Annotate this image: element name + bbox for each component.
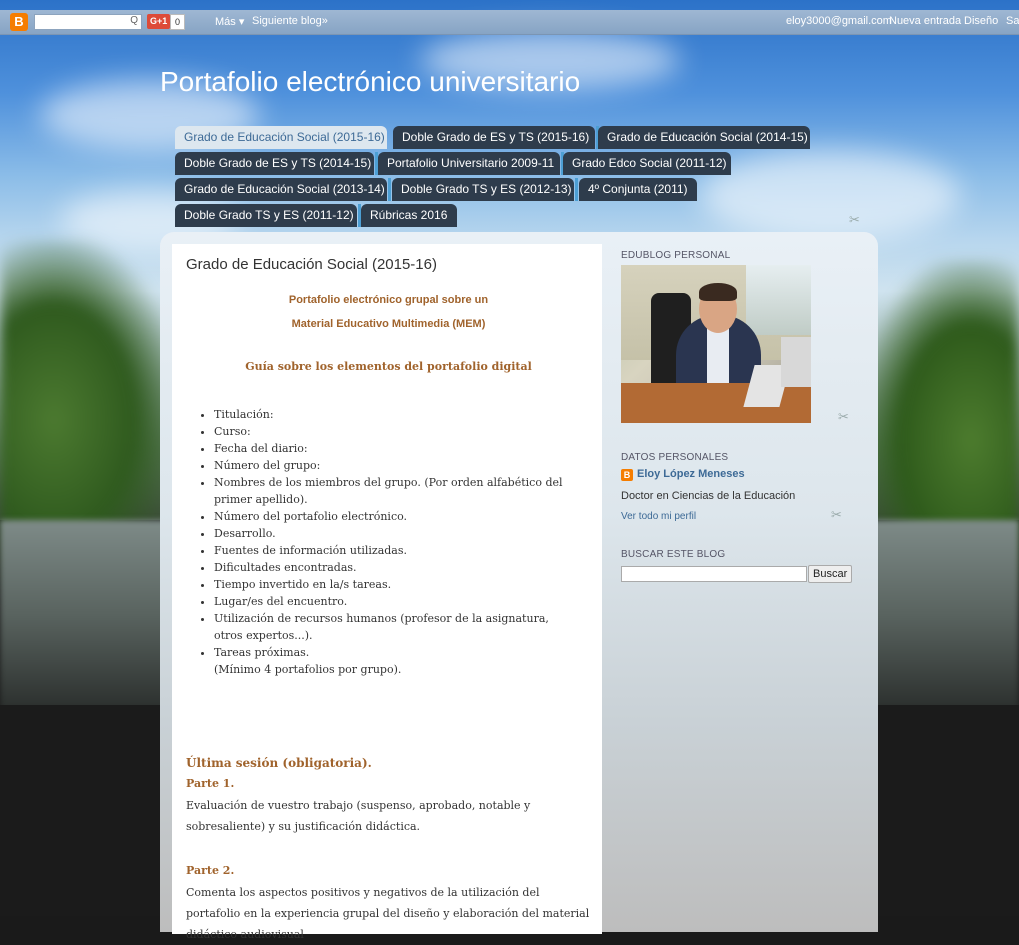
edublog-heading: EDUBLOG PERSONAL [621, 250, 731, 261]
post-heading-line-2: Material Educativo Multimedia (MEM) [291, 318, 486, 330]
search-blog-heading: BUSCAR ESTE BLOG [621, 549, 726, 560]
profile-photo[interactable] [621, 265, 811, 423]
tab-separator [388, 178, 391, 201]
user-email[interactable]: eloy3000@gmail.com [786, 15, 892, 27]
list-item: Fuentes de información utilizadas. [214, 542, 564, 559]
tab-doble-grado-2015-16[interactable]: Doble Grado de ES y TS (2015-16) [393, 126, 595, 149]
part-2-text: Comenta los aspectos positivos y negativ… [186, 886, 590, 941]
signout-link[interactable]: Sa [1006, 15, 1019, 27]
cloud [700, 150, 960, 240]
blog-title[interactable]: Portafolio electrónico universitario [160, 66, 580, 98]
view-profile-link[interactable]: Ver todo mi perfil [621, 511, 696, 522]
minimum-note: (Mínimo 4 portafolios por grupo). [214, 663, 402, 676]
list-item: Fecha del diario: [214, 440, 564, 457]
list-item: Titulación: [214, 406, 564, 423]
list-item: Desarrollo. [214, 525, 564, 542]
search-icon[interactable]: Q [130, 15, 138, 26]
part-2-heading: Parte 2. [186, 864, 235, 877]
tab-doble-grado-2011-12[interactable]: Doble Grado TS y ES (2011-12) [175, 204, 357, 227]
new-post-link[interactable]: Nueva entrada [889, 15, 961, 27]
design-link[interactable]: Diseño [964, 15, 998, 27]
list-item: Número del portafolio electrónico. [214, 508, 564, 525]
list-item: Tareas próximas. (Mínimo 4 portafolios p… [214, 644, 564, 678]
tab-conjunta-2011[interactable]: 4º Conjunta (2011) [579, 178, 697, 201]
gplus-button[interactable]: G+1 [147, 14, 171, 29]
photo-hair [699, 283, 737, 301]
next-blog-link[interactable]: Siguiente blog» [252, 15, 328, 27]
tab-doble-grado-2014-15[interactable]: Doble Grado de ES y TS (2014-15) [175, 152, 374, 175]
tab-educacion-social-2013-14[interactable]: Grado de Educación Social (2013-14) [175, 178, 387, 201]
part-1-heading: Parte 1. [186, 777, 235, 790]
blogger-navbar: B Q G+1 0 Más ▾ Siguiente blog» eloy3000… [0, 10, 1019, 35]
photo-monitor [781, 337, 811, 387]
tab-portafolio-2009-11[interactable]: Portafolio Universitario 2009-11 [378, 152, 560, 175]
part-1-text: Evaluación de vuestro trabajo (suspenso,… [186, 799, 531, 833]
tab-educacion-social-2014-15[interactable]: Grado de Educación Social (2014-15) [598, 126, 810, 149]
blogger-logo-icon[interactable]: B [10, 13, 28, 31]
list-item-text: Tareas próximas. [214, 646, 310, 659]
list-item: Tiempo invertido en la/s tareas. [214, 576, 564, 593]
list-item: Dificultades encontradas. [214, 559, 564, 576]
list-item: Utilización de recursos humanos (profeso… [214, 610, 564, 644]
edit-wrench-icon[interactable]: ✂ [831, 507, 842, 523]
edit-wrench-icon[interactable]: ✂ [849, 212, 860, 228]
photo-shirt [707, 327, 729, 387]
tab-educacion-social-2015-16[interactable]: Grado de Educación Social (2015-16) [175, 126, 387, 149]
search-button[interactable]: Buscar [808, 565, 853, 583]
tab-edco-social-2011-12[interactable]: Grado Edco Social (2011-12) [563, 152, 731, 175]
list-item: Lugar/es del encuentro. [214, 593, 564, 610]
edit-wrench-icon[interactable]: ✂ [838, 409, 849, 425]
last-session-heading: Última sesión (obligatoria). [186, 756, 372, 770]
more-menu[interactable]: Más ▾ [215, 15, 244, 28]
blog-search-input[interactable] [621, 566, 807, 582]
personal-data-heading: DATOS PERSONALES [621, 452, 729, 463]
list-item: Número del grupo: [214, 457, 564, 474]
post-heading-line-1: Portafolio electrónico grupal sobre un [288, 294, 489, 306]
profile-name-link[interactable]: Eloy López Meneses [637, 468, 745, 480]
gplus-count: 0 [170, 14, 186, 30]
navbar-search-input[interactable]: Q [34, 14, 142, 30]
list-item: Curso: [214, 423, 564, 440]
blogger-profile-icon: B [621, 469, 633, 481]
post-title[interactable]: Grado de Educación Social (2015-16) [186, 256, 437, 273]
tab-doble-grado-2012-13[interactable]: Doble Grado TS y ES (2012-13) [392, 178, 574, 201]
tab-separator [575, 178, 578, 201]
profile-description: Doctor en Ciencias de la Educación [621, 490, 796, 502]
photo-window [746, 265, 811, 335]
tab-rubricas-2016[interactable]: Rúbricas 2016 [361, 204, 457, 227]
list-item: Nombres de los miembros del grupo. (Por … [214, 474, 564, 508]
guide-heading: Guía sobre los elementos del portafolio … [245, 360, 532, 373]
portfolio-elements-list: Titulación: Curso: Fecha del diario: Núm… [200, 406, 564, 678]
